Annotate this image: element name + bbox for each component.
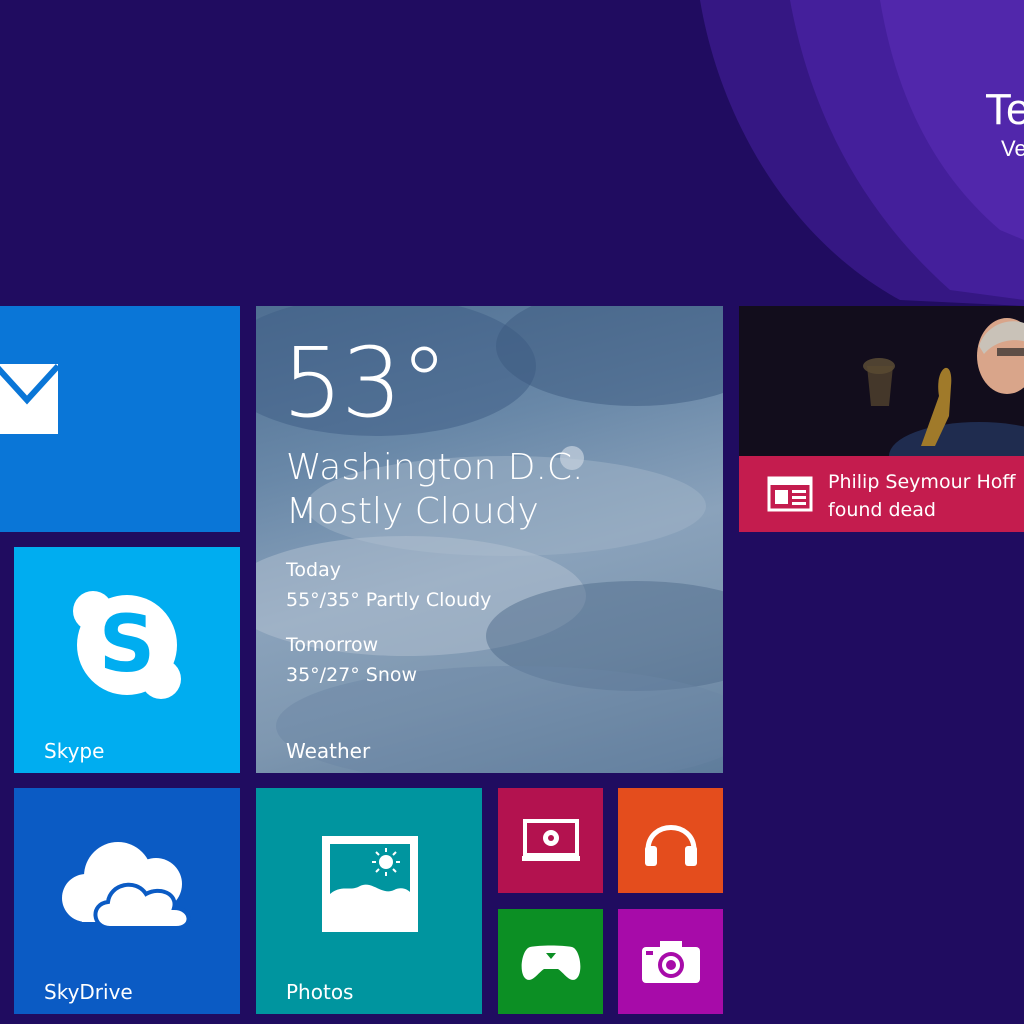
game-controller-icon <box>521 945 581 980</box>
user-account[interactable]: Te Ve <box>985 84 1024 184</box>
weather-tomorrow-forecast: 35°/27° Snow <box>286 664 418 686</box>
video-icon <box>522 819 580 861</box>
tile-camera[interactable] <box>618 909 723 1014</box>
start-screen: Te Ve S Skype SkyDrive 53° Washington D.… <box>0 0 1024 1024</box>
photos-label: Photos <box>286 980 354 1004</box>
weather-city: Washington D.C. <box>286 447 584 488</box>
skydrive-label: SkyDrive <box>44 980 133 1004</box>
tile-photos[interactable]: Photos <box>256 788 482 1014</box>
tile-games[interactable] <box>498 909 603 1014</box>
skype-icon: S <box>73 591 181 699</box>
tile-mail[interactable] <box>0 306 240 532</box>
weather-tomorrow-label: Tomorrow <box>286 634 379 656</box>
weather-today-label: Today <box>286 559 341 581</box>
headphones-icon <box>645 825 697 866</box>
tile-weather[interactable]: 53° Washington D.C. Mostly Cloudy Today … <box>256 306 723 773</box>
camera-icon <box>642 941 700 983</box>
news-headline: Philip Seymour Hoff found dead <box>828 471 1016 521</box>
news-headline-band: Philip Seymour Hoff found dead <box>739 456 1024 532</box>
svg-text:S: S <box>99 600 155 690</box>
tile-skype[interactable]: S Skype <box>14 547 240 773</box>
news-icon <box>767 476 813 512</box>
user-name: Te <box>985 85 1024 134</box>
photo-icon <box>322 836 418 932</box>
tile-video[interactable] <box>498 788 603 893</box>
tile-skydrive[interactable]: SkyDrive <box>14 788 240 1014</box>
weather-today-forecast: 55°/35° Partly Cloudy <box>286 589 492 611</box>
skype-label: Skype <box>44 739 105 763</box>
weather-temperature: 53° <box>282 327 448 439</box>
cloud-icon <box>62 842 191 930</box>
mail-icon <box>0 363 61 434</box>
tile-music[interactable] <box>618 788 723 893</box>
tile-news[interactable]: Philip Seymour Hoff found dead <box>739 306 1024 532</box>
news-photo <box>739 306 1024 456</box>
weather-condition: Mostly Cloudy <box>286 491 539 532</box>
user-subtitle: Ve <box>1001 136 1024 161</box>
weather-label: Weather <box>286 739 371 763</box>
